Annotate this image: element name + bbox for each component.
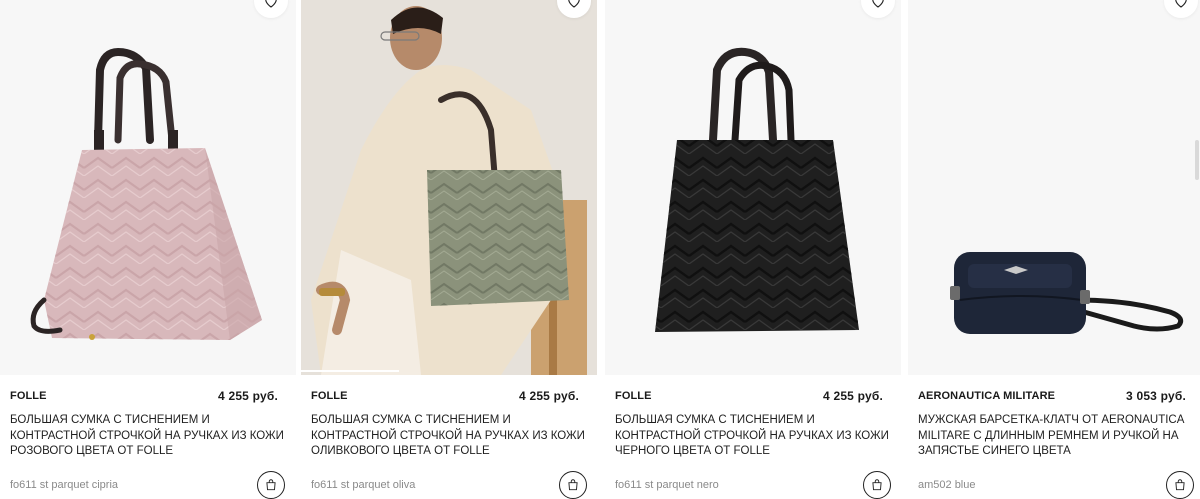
add-to-cart-button[interactable]: [559, 471, 587, 499]
product-image[interactable]: [605, 0, 901, 375]
product-title[interactable]: БОЛЬШАЯ СУМКА С ТИСНЕНИЕМ И КОНТРАСТНОЙ …: [615, 413, 895, 460]
product-card[interactable]: FOLLE 4 255 руб. БОЛЬШАЯ СУМКА С ТИСНЕНИ…: [605, 0, 901, 499]
page-scrollbar[interactable]: [1194, 0, 1200, 496]
product-brand[interactable]: FOLLE: [615, 390, 652, 402]
shopping-bag-icon: [568, 479, 578, 491]
product-card[interactable]: AERONAUTICA MILITARE 3 053 руб. МУЖСКАЯ …: [908, 0, 1200, 499]
product-sku: am502 blue: [918, 479, 976, 491]
add-to-cart-button[interactable]: [257, 471, 285, 499]
add-to-cart-button[interactable]: [1166, 471, 1194, 499]
heart-icon: [1175, 0, 1187, 8]
product-sku: fo611 st parquet cipria: [10, 479, 119, 491]
shopping-bag-icon: [1175, 479, 1185, 491]
product-sku: fo611 st parquet nero: [615, 479, 719, 491]
product-brand[interactable]: FOLLE: [311, 390, 348, 402]
product-image[interactable]: [0, 0, 296, 375]
pink-tote-bag-image: [30, 47, 262, 340]
shopping-bag-icon: [872, 479, 882, 491]
product-image[interactable]: [908, 0, 1200, 375]
product-title[interactable]: БОЛЬШАЯ СУМКА С ТИСНЕНИЕМ И КОНТРАСТНОЙ …: [311, 413, 591, 460]
image-slider-indicator: [301, 370, 399, 372]
black-tote-bag-image: [655, 47, 859, 332]
product-title[interactable]: МУЖСКАЯ БАРСЕТКА-КЛАТЧ ОТ AERONAUTICA MI…: [918, 413, 1198, 460]
product-title[interactable]: БОЛЬШАЯ СУМКА С ТИСНЕНИЕМ И КОНТРАСТНОЙ …: [10, 413, 290, 460]
product-card[interactable]: FOLLE 4 255 руб. БОЛЬШАЯ СУМКА С ТИСНЕНИ…: [301, 0, 597, 499]
heart-icon: [265, 0, 277, 8]
product-price: 4 255 руб.: [519, 389, 579, 403]
add-to-cart-button[interactable]: [863, 471, 891, 499]
product-sku: fo611 st parquet oliva: [311, 479, 416, 491]
product-brand[interactable]: FOLLE: [10, 390, 47, 402]
product-brand[interactable]: AERONAUTICA MILITARE: [918, 390, 1055, 402]
shopping-bag-icon: [266, 479, 276, 491]
product-card[interactable]: FOLLE 4 255 руб. БОЛЬШАЯ СУМКА С ТИСНЕНИ…: [0, 0, 296, 499]
product-price: 4 255 руб.: [823, 389, 883, 403]
navy-clutch-bag-image: [950, 252, 1184, 334]
model-with-olive-tote-image: [301, 0, 597, 375]
product-price: 4 255 руб.: [218, 389, 278, 403]
product-image[interactable]: [301, 0, 597, 375]
heart-icon: [872, 0, 884, 8]
product-price: 3 053 руб.: [1126, 389, 1186, 403]
product-grid: FOLLE 4 255 руб. БОЛЬШАЯ СУМКА С ТИСНЕНИ…: [0, 0, 1200, 499]
heart-icon: [568, 0, 580, 8]
scrollbar-thumb[interactable]: [1195, 140, 1199, 180]
